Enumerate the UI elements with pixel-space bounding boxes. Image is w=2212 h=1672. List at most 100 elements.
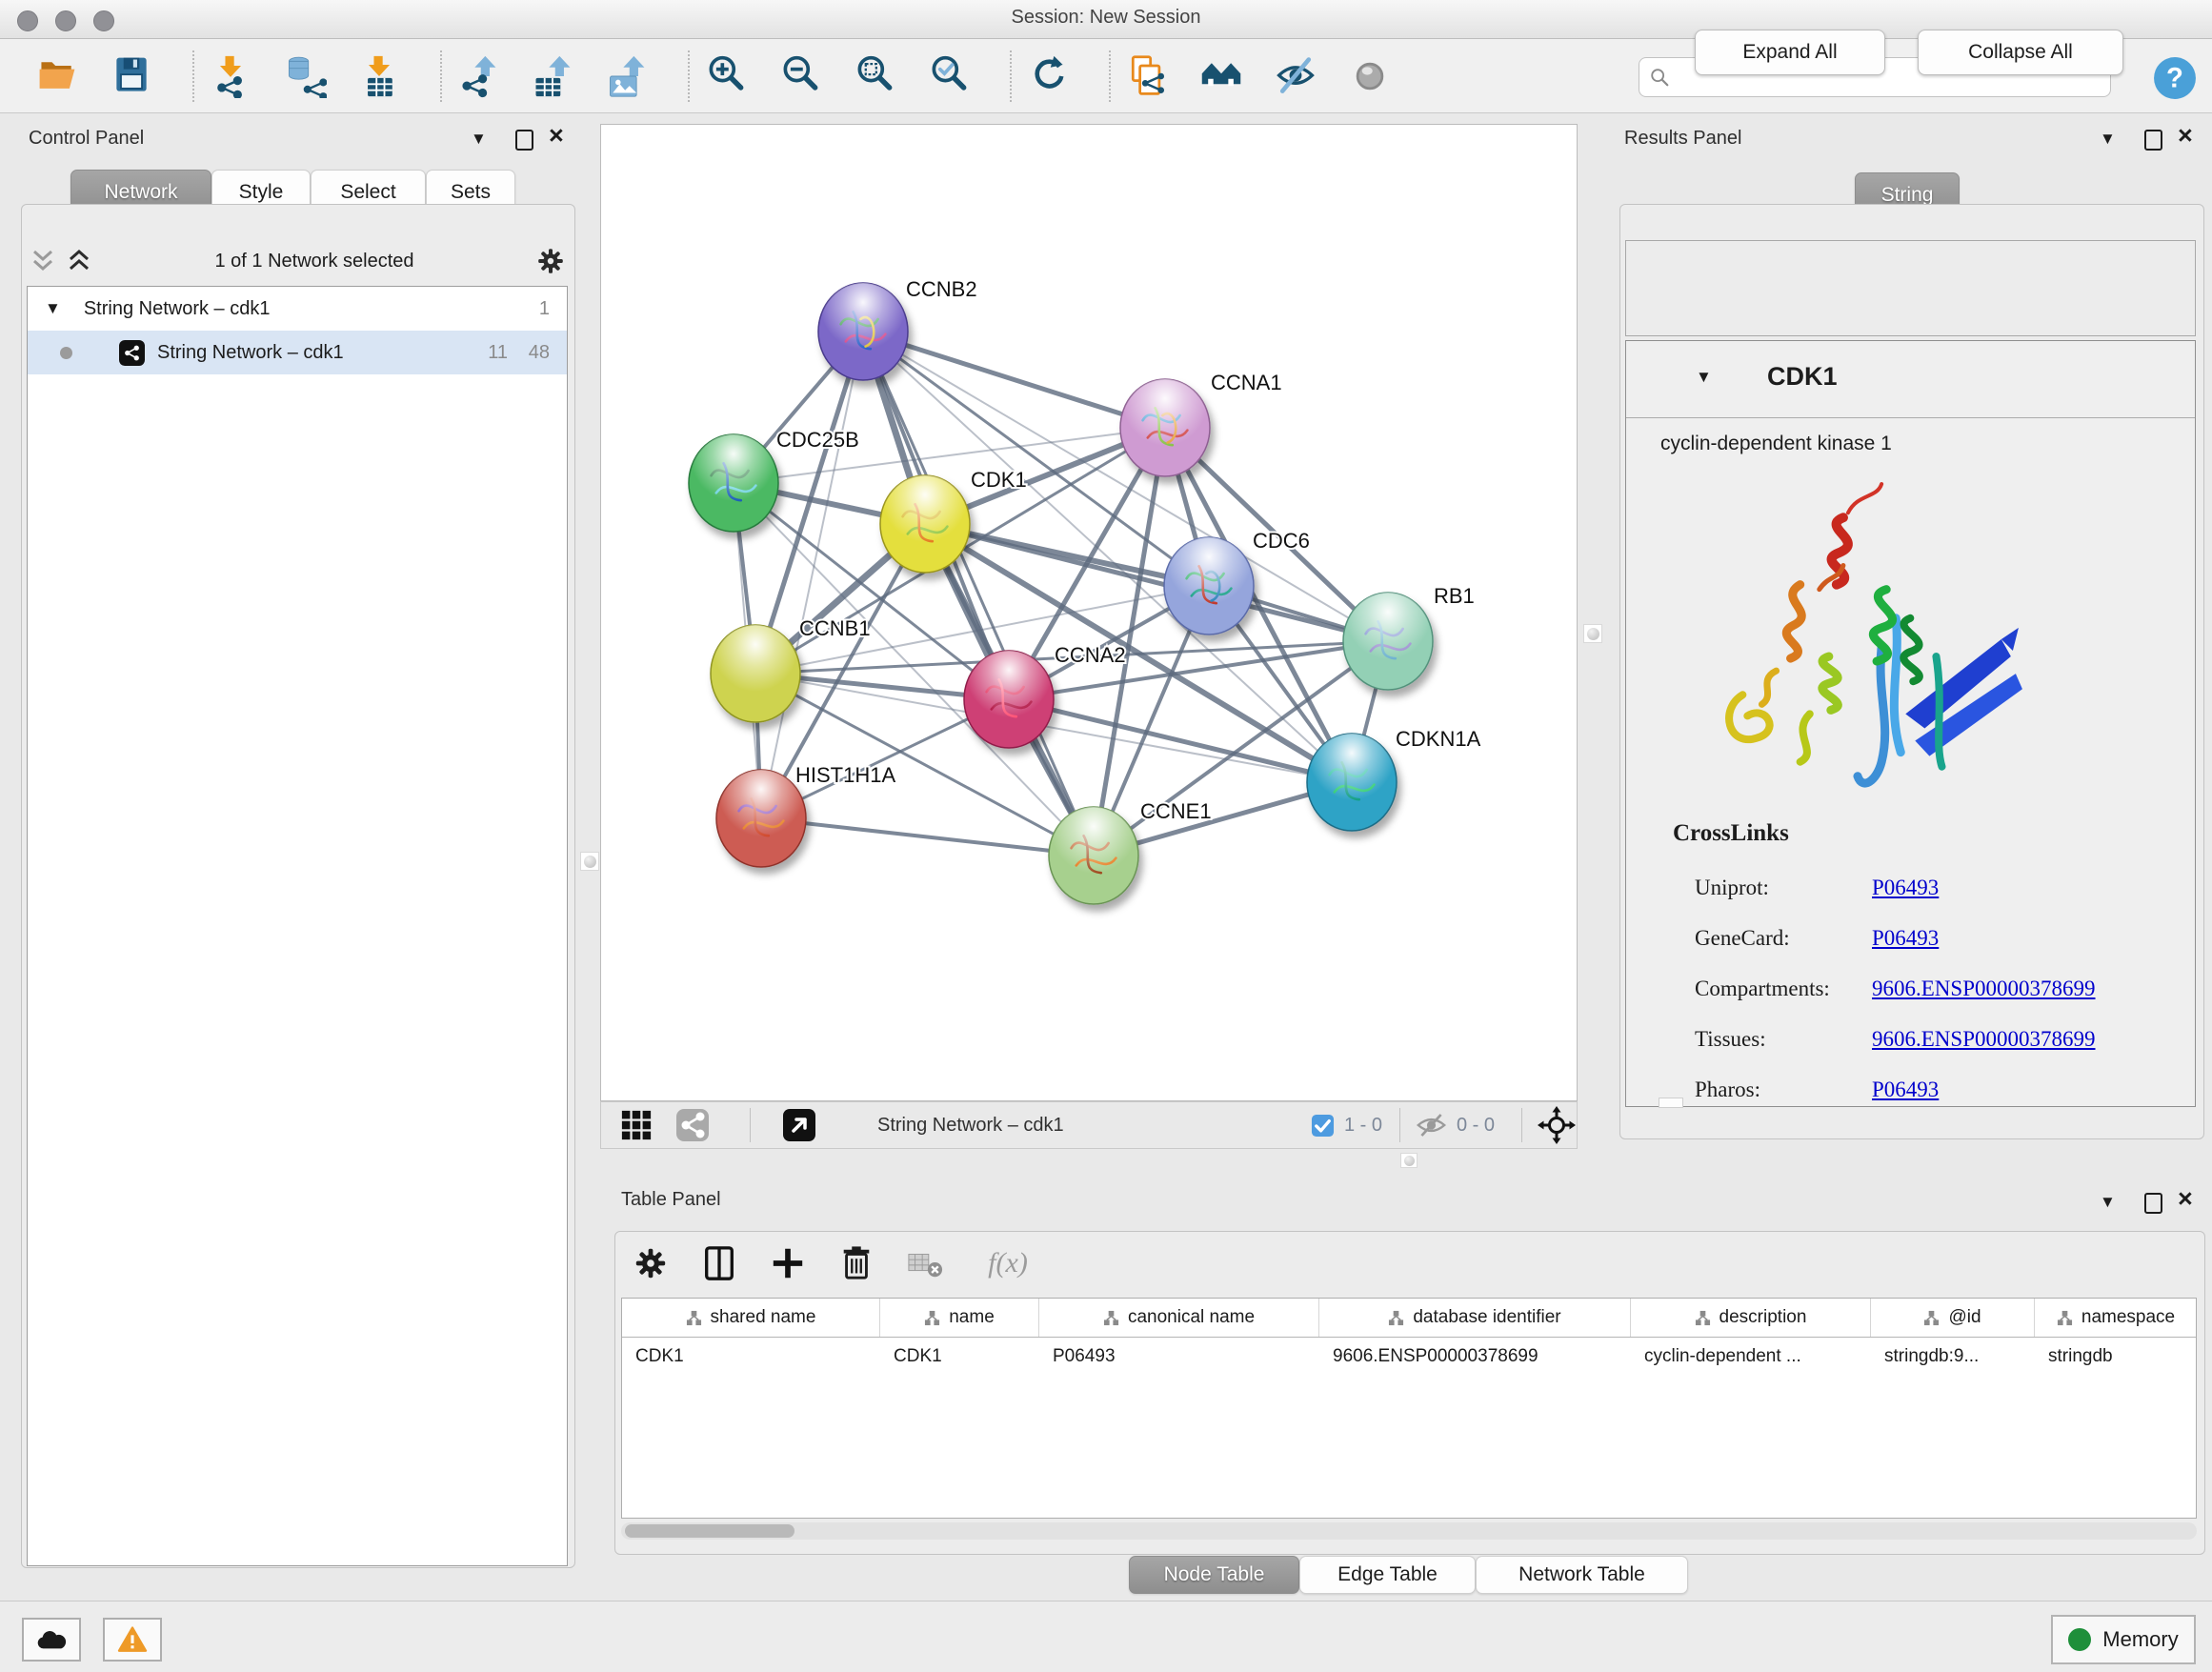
section-collapse-icon[interactable]: ▼ [1696, 368, 1712, 387]
export-image-button[interactable] [602, 51, 652, 101]
node-HIST1H1A[interactable] [716, 770, 806, 867]
warnings-button[interactable] [103, 1618, 162, 1662]
tab-network-table[interactable]: Network Table [1476, 1556, 1688, 1594]
edge-CDK1-RB1[interactable] [925, 524, 1388, 641]
view-network-button[interactable] [675, 1102, 710, 1148]
cell-databaseidentifier[interactable]: 9606.ENSP00000378699 [1319, 1338, 1631, 1376]
table-settings-button[interactable] [632, 1242, 670, 1284]
crosslink-link[interactable]: P06493 [1872, 876, 1939, 899]
crosslink-link[interactable]: 9606.ENSP00000378699 [1872, 1027, 2096, 1051]
help-button[interactable]: ? [2153, 56, 2197, 100]
import-table-button[interactable] [354, 51, 404, 101]
tab-node-table[interactable]: Node Table [1129, 1556, 1299, 1594]
delete-table-button[interactable] [906, 1242, 944, 1284]
open-session-button[interactable] [32, 51, 82, 101]
open-in-window-button[interactable] [782, 1102, 816, 1148]
control-panel-close-icon[interactable]: × [549, 127, 564, 144]
column-header-namespace[interactable]: namespace [2035, 1299, 2197, 1337]
cell-namespace[interactable]: stringdb [2035, 1338, 2197, 1376]
node-RB1[interactable] [1343, 593, 1433, 690]
selected-checkbox[interactable] [1311, 1102, 1335, 1148]
cloud-button[interactable] [22, 1618, 81, 1662]
edge-CCNB2-CCNA1[interactable] [863, 332, 1165, 428]
results-panel-float-icon[interactable] [2144, 130, 2162, 151]
crosslink-link[interactable]: P06493 [1872, 1078, 1939, 1101]
table-row[interactable]: CDK1CDK1P064939606.ENSP00000378699cyclin… [622, 1338, 2196, 1376]
zoom-in-button[interactable] [701, 51, 751, 101]
show-graphics-details-button[interactable] [1271, 51, 1320, 101]
home-view-button[interactable] [1196, 51, 1246, 101]
delete-column-button[interactable] [837, 1242, 875, 1284]
node-CDK1[interactable] [880, 475, 970, 573]
copy-network-button[interactable] [1122, 51, 1172, 101]
edge-HIST1H1A-CCNE1[interactable] [761, 818, 1094, 856]
left-splitter-handle[interactable] [580, 852, 599, 871]
save-session-button[interactable] [107, 51, 156, 101]
fit-selected-button[interactable] [1538, 1102, 1576, 1148]
node-CDKN1A[interactable] [1307, 734, 1397, 831]
zoom-out-button[interactable] [775, 51, 825, 101]
node-CCNA2[interactable] [964, 651, 1054, 748]
results-panel-close-icon[interactable]: × [2178, 127, 2193, 144]
edge-CCNB2-CCNE1[interactable] [863, 332, 1094, 856]
memory-button[interactable]: Memory [2051, 1615, 2196, 1664]
results-scrollbar-nub[interactable] [1659, 1098, 1683, 1108]
node-table[interactable]: shared namenamecanonical namedatabase id… [621, 1298, 2197, 1519]
cell-name[interactable]: CDK1 [880, 1338, 1039, 1376]
network-canvas[interactable]: CCNB2CCNA1CDC25BCDK1CDC6RB1CCNB1CCNA2CDK… [600, 124, 1578, 1101]
edge-CCNB2-HIST1H1A[interactable] [761, 332, 863, 818]
node-CDC25B[interactable] [689, 434, 778, 532]
bird-eye-view-button[interactable] [1345, 51, 1395, 101]
cell-description[interactable]: cyclin-dependent ... [1631, 1338, 1871, 1376]
expand-all-button[interactable]: Expand All [1695, 30, 1885, 75]
table-panel-collapse-icon[interactable]: ▼ [2100, 1193, 2116, 1212]
node-CCNB1[interactable] [711, 625, 800, 722]
zoom-fit-button[interactable] [850, 51, 899, 101]
column-header-databaseidentifier[interactable]: database identifier [1319, 1299, 1631, 1337]
network-graph[interactable]: CCNB2CCNA1CDC25BCDK1CDC6RB1CCNB1CCNA2CDK… [601, 125, 1577, 1100]
import-database-button[interactable] [280, 51, 330, 101]
crosslink-link[interactable]: P06493 [1872, 926, 1939, 950]
bottom-splitter-handle[interactable] [1400, 1153, 1418, 1168]
collapse-all-button[interactable]: Collapse All [1918, 30, 2123, 75]
node-CCNE1[interactable] [1049, 807, 1138, 904]
export-table-button[interactable] [528, 51, 577, 101]
tab-edge-table[interactable]: Edge Table [1299, 1556, 1476, 1594]
zoom-selected-button[interactable] [924, 51, 974, 101]
column-header-id[interactable]: @id [1871, 1299, 2035, 1337]
add-column-button[interactable] [769, 1242, 807, 1284]
apply-function-button[interactable]: f(x) [975, 1242, 1041, 1284]
column-header-sharedname[interactable]: shared name [622, 1299, 880, 1337]
control-panel-collapse-icon[interactable]: ▼ [471, 130, 487, 149]
column-header-canonicalname[interactable]: canonical name [1039, 1299, 1319, 1337]
table-panel-float-icon[interactable] [2144, 1193, 2162, 1214]
node-section-header[interactable]: ▼ CDK1 [1626, 341, 2195, 418]
toggle-columns-button[interactable] [700, 1242, 738, 1284]
import-network-button[interactable] [206, 51, 255, 101]
right-splitter-handle[interactable] [1583, 624, 1602, 643]
crosslink-link[interactable]: 9606.ENSP00000378699 [1872, 977, 2096, 1000]
results-panel-collapse-icon[interactable]: ▼ [2100, 130, 2116, 149]
column-header-name[interactable]: name [880, 1299, 1039, 1337]
node-CDC6[interactable] [1164, 537, 1254, 635]
control-panel-float-icon[interactable] [515, 130, 533, 151]
refresh-view-button[interactable] [1023, 51, 1073, 101]
tree-expand-icon[interactable]: ▼ [45, 299, 61, 318]
cell-id[interactable]: stringdb:9... [1871, 1338, 2035, 1376]
table-panel-close-icon[interactable]: × [2178, 1190, 2193, 1207]
export-network-button[interactable] [453, 51, 503, 101]
cell-sharedname[interactable]: CDK1 [622, 1338, 880, 1376]
network-options-gear-icon[interactable] [535, 246, 566, 276]
collapse-all-icon[interactable] [29, 248, 57, 274]
node-CCNB2[interactable] [818, 283, 908, 380]
network-row-selected[interactable]: String Network – cdk1 11 48 [28, 331, 567, 374]
scrollbar-thumb[interactable] [625, 1524, 794, 1538]
view-grid-button[interactable] [620, 1102, 653, 1148]
hidden-toggle[interactable] [1416, 1102, 1447, 1148]
column-header-description[interactable]: description [1631, 1299, 1871, 1337]
network-collection-row[interactable]: ▼ String Network – cdk1 1 [28, 287, 567, 331]
cell-canonicalname[interactable]: P06493 [1039, 1338, 1319, 1376]
node-CCNA1[interactable] [1120, 379, 1210, 476]
expand-all-icon[interactable] [65, 248, 93, 274]
table-horizontal-scrollbar[interactable] [621, 1522, 2197, 1540]
